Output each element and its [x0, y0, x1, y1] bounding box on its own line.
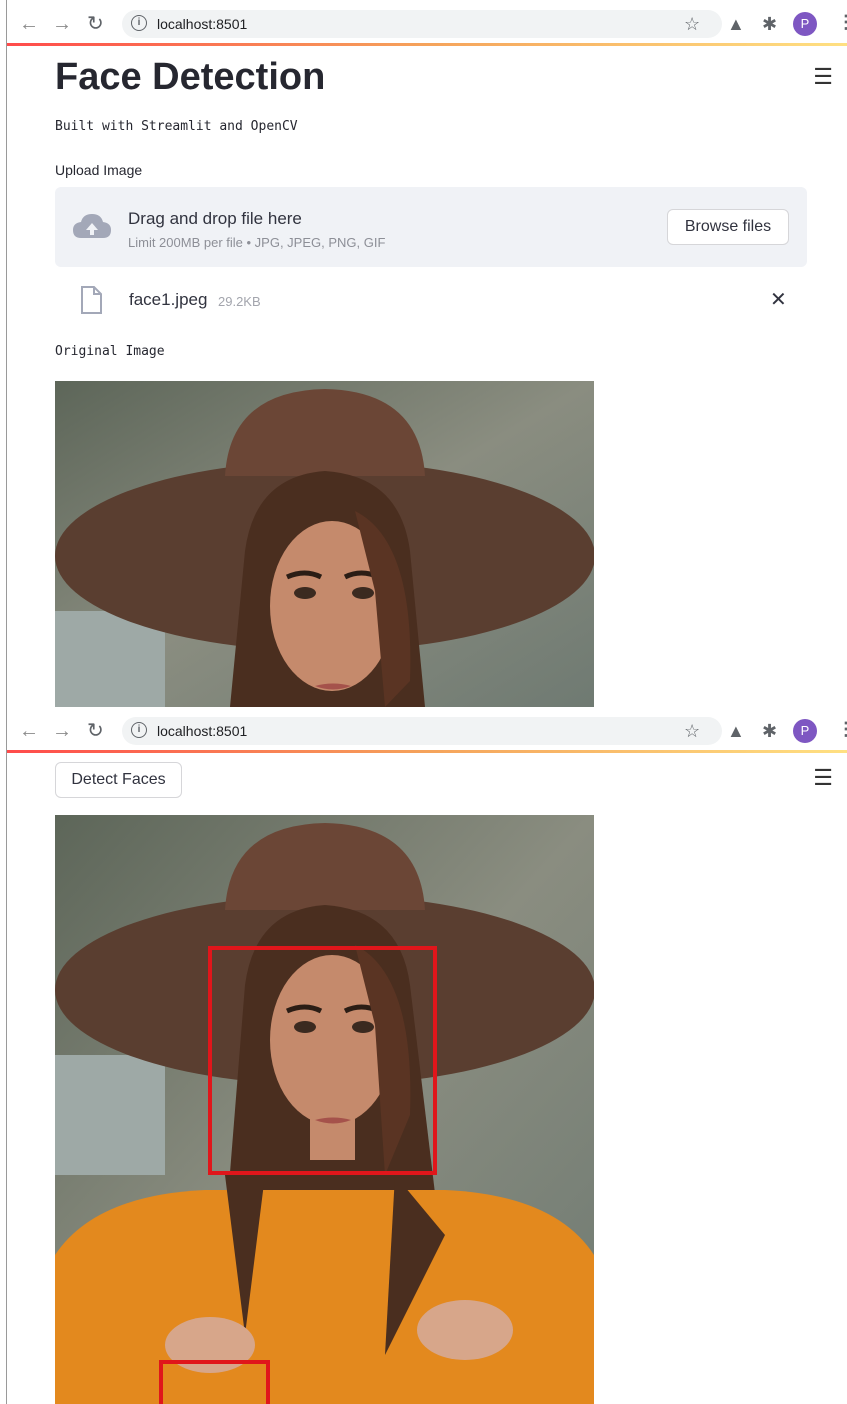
original-image	[55, 381, 594, 707]
detected-faces-image	[55, 815, 594, 1404]
upload-label: Upload Image	[55, 162, 143, 178]
uploaded-file-size: 29.2KB	[218, 294, 261, 309]
dropzone-limit: Limit 200MB per file • JPG, JPEG, PNG, G…	[128, 235, 386, 250]
file-icon	[81, 286, 102, 314]
browse-files-button[interactable]: Browse files	[667, 209, 789, 245]
streamlit-accent-bar	[7, 750, 847, 753]
remove-file-icon[interactable]: ✕	[770, 289, 787, 311]
portrait-photo-annotated	[55, 815, 594, 1404]
forward-arrow-icon[interactable]: →	[52, 12, 72, 36]
hamburger-menu-icon[interactable]: ☰	[813, 765, 833, 791]
extensions-icon[interactable]: ✱	[762, 14, 777, 35]
original-image-label: Original Image	[55, 344, 165, 359]
reload-icon[interactable]: ↻	[87, 12, 104, 36]
info-icon[interactable]: i	[131, 15, 147, 31]
browser-window-bottom: ← → ↻ i localhost:8501 ☆ ▲ ✱ P ⋮ ☰ Detec…	[0, 707, 847, 1404]
reload-icon[interactable]: ↻	[87, 719, 104, 743]
streamlit-accent-bar	[7, 43, 847, 46]
star-icon[interactable]: ☆	[684, 14, 700, 35]
uploaded-file-name: face1.jpeg	[129, 290, 208, 309]
hamburger-menu-icon[interactable]: ☰	[813, 64, 833, 90]
browser-window-top: ← → ↻ i localhost:8501 ☆ ▲ ✱ P ⋮ ☰ Face …	[0, 0, 847, 707]
star-icon[interactable]: ☆	[684, 721, 700, 742]
cloud-upload-icon	[73, 214, 111, 238]
drive-icon[interactable]: ▲	[727, 14, 745, 35]
portrait-photo	[55, 381, 594, 707]
forward-arrow-icon[interactable]: →	[52, 719, 72, 743]
subtitle-text: Built with Streamlit and OpenCV	[55, 119, 298, 134]
profile-avatar[interactable]: P	[793, 719, 817, 743]
drive-icon[interactable]: ▲	[727, 721, 745, 742]
page-title: Face Detection	[55, 56, 326, 98]
file-dropzone[interactable]: Drag and drop file here Limit 200MB per …	[55, 187, 807, 267]
profile-avatar[interactable]: P	[793, 12, 817, 36]
browser-toolbar: ← → ↻ i localhost:8501 ☆ ▲ ✱ P ⋮	[7, 6, 847, 42]
url-text: localhost:8501	[157, 16, 248, 32]
more-menu-icon[interactable]: ⋮	[837, 719, 847, 740]
back-arrow-icon[interactable]: ←	[19, 12, 39, 36]
dropzone-instructions: Drag and drop file here	[128, 209, 302, 228]
more-menu-icon[interactable]: ⋮	[837, 12, 847, 33]
back-arrow-icon[interactable]: ←	[19, 719, 39, 743]
info-icon[interactable]: i	[131, 722, 147, 738]
url-text: localhost:8501	[157, 723, 248, 739]
detect-faces-button[interactable]: Detect Faces	[55, 762, 182, 798]
browser-toolbar-2: ← → ↻ i localhost:8501 ☆ ▲ ✱ P ⋮	[7, 713, 847, 749]
extensions-icon[interactable]: ✱	[762, 721, 777, 742]
